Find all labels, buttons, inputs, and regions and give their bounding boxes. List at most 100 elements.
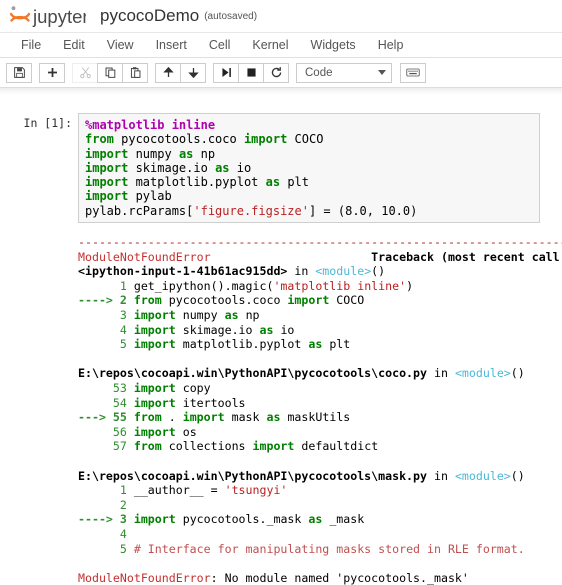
traceback-token: 'tsungyi' <box>224 483 288 498</box>
traceback-token: <module> <box>454 366 511 381</box>
code-token: import <box>85 146 136 161</box>
traceback-token: itertools <box>182 395 246 410</box>
traceback-token: as <box>308 337 330 352</box>
traceback-token: import <box>182 410 232 425</box>
code-source: %matplotlib inline from pycocotools.coco… <box>85 118 535 218</box>
move-cell-up-button[interactable] <box>155 62 181 83</box>
traceback-token: defaultdict <box>301 439 379 454</box>
menu-insert[interactable]: Insert <box>145 35 198 55</box>
code-token: import <box>85 160 136 175</box>
code-token: import <box>85 189 136 204</box>
menu-bar: File Edit View Insert Cell Kernel Widgets Help <box>0 32 562 58</box>
menu-help[interactable]: Help <box>367 35 415 55</box>
traceback-token: : No module named <box>210 570 337 585</box>
toolbar-group-edit <box>72 62 148 83</box>
traceback-token: ----> 2 <box>78 293 134 308</box>
traceback-token: from <box>133 439 169 454</box>
output-prompt <box>0 235 78 238</box>
code-token: from <box>85 132 122 147</box>
code-token: skimage.io <box>135 160 216 175</box>
notebook-header: jupyter pycocoDemo (autosaved) <box>0 0 562 32</box>
notebook-body: In [1]: %matplotlib inline from pycocoto… <box>0 97 562 585</box>
traceback-token: import <box>133 512 183 527</box>
code-token: import <box>85 175 136 190</box>
menu-widgets[interactable]: Widgets <box>300 35 367 55</box>
traceback-token: as <box>224 308 246 323</box>
output-cell: ----------------------------------------… <box>0 235 562 585</box>
svg-text:jupyter: jupyter <box>32 6 86 27</box>
copy-cell-button[interactable] <box>97 62 123 83</box>
traceback-token: () <box>510 468 525 483</box>
toolbar-group-move <box>155 62 206 83</box>
code-token: %matplotlib inline <box>85 118 216 132</box>
command-palette-button[interactable] <box>400 62 426 83</box>
traceback-token: 56 <box>78 424 134 439</box>
toolbar-group-run <box>213 62 289 83</box>
code-token: as <box>265 175 288 190</box>
cell-type-select[interactable]: Code <box>296 62 392 83</box>
traceback-separator: ----------------------------------------… <box>78 235 562 250</box>
traceback-token: copy <box>182 381 211 396</box>
traceback-token: Traceback (most recent call last) <box>371 249 560 264</box>
code-token: io <box>236 160 252 175</box>
traceback-token <box>211 250 372 264</box>
traceback-token: matplotlib.pyplot <box>182 337 309 352</box>
traceback-token: 54 <box>78 395 134 410</box>
traceback-token: 'pycocotools._mask' <box>336 570 469 585</box>
move-cell-down-button[interactable] <box>180 62 206 83</box>
traceback-token: ModuleNotFoundError <box>78 249 211 264</box>
traceback-token: as <box>308 512 330 527</box>
code-token: import <box>243 132 295 147</box>
insert-cell-button[interactable] <box>39 62 65 83</box>
traceback-token: io <box>280 322 295 337</box>
traceback-token: in <box>287 264 316 279</box>
code-token: pylab <box>135 189 172 204</box>
menu-file[interactable]: File <box>10 35 52 55</box>
cut-cell-button[interactable] <box>72 62 98 83</box>
traceback-token: <ipython-input-1-41b61ac915dd> <box>78 264 288 279</box>
traceback-token: from <box>133 293 169 308</box>
traceback-token: ) <box>406 278 414 293</box>
traceback-token: as <box>259 322 281 337</box>
traceback-token: import <box>133 322 183 337</box>
traceback-token: 5 <box>78 337 134 352</box>
toolbar-shadow <box>0 88 562 97</box>
traceback-token: . <box>168 410 183 425</box>
run-cell-button[interactable] <box>213 62 239 83</box>
traceback-token: E:\repos\cocoapi.win\PythonAPI\pycocotoo… <box>78 468 428 483</box>
traceback-token: 4 <box>78 322 134 337</box>
menu-edit[interactable]: Edit <box>52 35 96 55</box>
paste-cell-button[interactable] <box>122 62 148 83</box>
traceback-token: () <box>371 264 386 279</box>
code-editor[interactable]: %matplotlib inline from pycocotools.coco… <box>78 113 540 224</box>
stop-kernel-button[interactable] <box>238 62 264 83</box>
traceback-token: _mask <box>329 512 365 527</box>
save-button[interactable] <box>6 62 32 83</box>
menu-cell[interactable]: Cell <box>198 35 242 55</box>
traceback-token: 3 <box>78 308 134 323</box>
traceback-token: import <box>133 395 183 410</box>
menu-kernel[interactable]: Kernel <box>241 35 299 55</box>
traceback-text: ----------------------------------------… <box>78 235 562 585</box>
traceback-token: from <box>133 410 169 425</box>
restart-kernel-button[interactable] <box>263 62 289 83</box>
code-token: ] = (8.0, 10.0) <box>308 203 418 218</box>
code-token: COCO <box>294 132 324 147</box>
traceback-token: import <box>133 308 183 323</box>
jupyter-logo[interactable]: jupyter <box>8 3 86 29</box>
traceback-token: np <box>245 308 260 323</box>
traceback-token: 53 <box>78 381 134 396</box>
traceback-token: <module> <box>454 468 511 483</box>
traceback-token: numpy <box>182 308 225 323</box>
menu-view[interactable]: View <box>96 35 145 55</box>
traceback-token: 4 <box>78 526 134 541</box>
code-cell[interactable]: In [1]: %matplotlib inline from pycocoto… <box>0 113 562 224</box>
traceback-token: maskUtils <box>287 410 351 425</box>
notebook-title[interactable]: pycocoDemo <box>100 6 199 26</box>
traceback-token: ---> 55 <box>78 410 134 425</box>
traceback-token: import <box>252 439 302 454</box>
code-token: 'figure.figsize' <box>193 203 309 218</box>
traceback-token: E:\repos\cocoapi.win\PythonAPI\pycocotoo… <box>78 366 428 381</box>
traceback-token: 1 <box>78 278 134 293</box>
traceback-token: ModuleNotFoundError <box>78 570 211 585</box>
